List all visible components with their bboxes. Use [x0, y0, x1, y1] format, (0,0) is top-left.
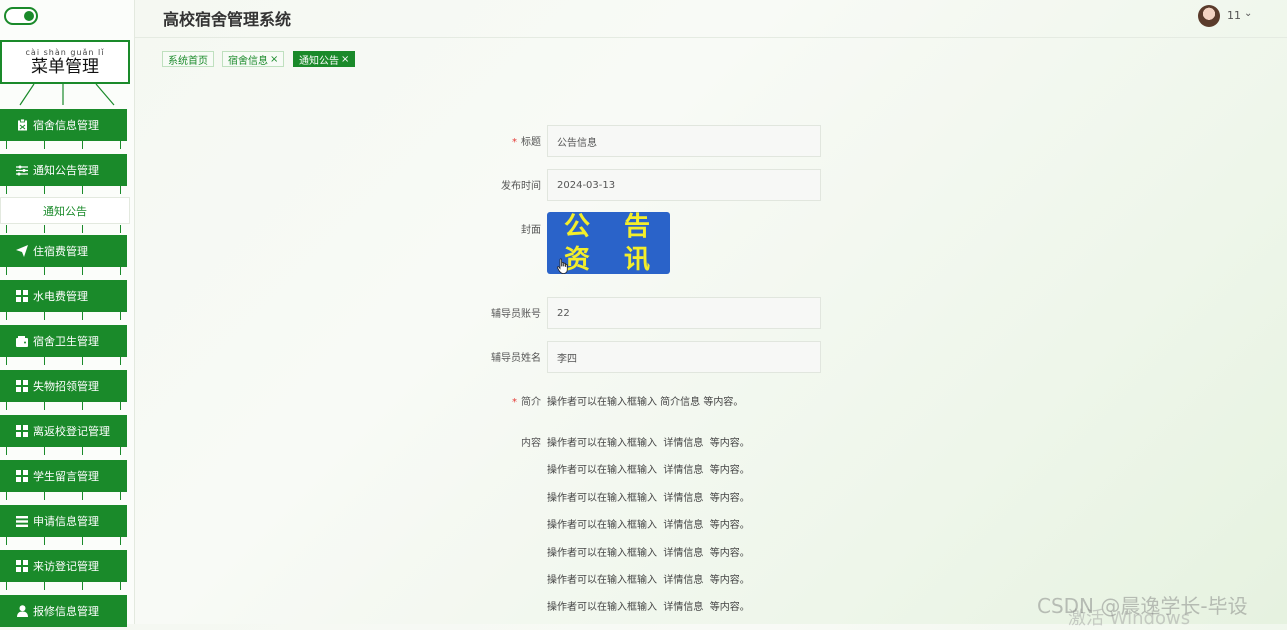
menu-title-text: 菜单管理 — [31, 57, 99, 77]
user-icon — [16, 605, 28, 617]
user-name[interactable]: 11 — [1227, 9, 1241, 22]
user-avatar[interactable] — [1198, 5, 1220, 27]
cover-label: 封面 — [521, 225, 541, 236]
tab-label: 系统首页 — [168, 55, 208, 67]
sidebar-item-lost-found[interactable]: 失物招领管理 — [0, 370, 127, 402]
menu-divider — [0, 402, 127, 410]
sidebar-item-label: 离返校登记管理 — [33, 425, 110, 438]
hand-pointer-icon — [557, 258, 568, 274]
sidebar-item-student-message[interactable]: 学生留言管理 — [0, 460, 127, 492]
title-label: * 标题 — [421, 133, 541, 148]
app-title: 高校宿舍管理系统 — [163, 10, 292, 29]
tab-home[interactable]: 系统首页 — [162, 51, 214, 67]
intro-label: * 简介 — [421, 393, 541, 408]
csdn-watermark: CSDN @晨逸学长-毕设 — [1037, 594, 1248, 618]
list-icon — [16, 515, 28, 527]
content-line: 操作者可以在输入框输入 详情信息 等内容。 — [547, 575, 750, 586]
sidebar-item-label: 水电费管理 — [33, 290, 88, 303]
sliders-icon — [16, 164, 28, 176]
toggle-knob — [24, 11, 34, 21]
menu-divider — [0, 312, 127, 320]
tab-notice[interactable]: 通知公告 × — [293, 51, 356, 67]
menu-title-board: cài shàn guǎn lǐ 菜单管理 — [0, 40, 130, 84]
intro-text: 操作者可以在输入框输入 简介信息 等内容。 — [547, 397, 744, 408]
sidebar-item-accommodation-fee[interactable]: 住宿费管理 — [0, 235, 127, 267]
grid-icon — [16, 380, 28, 392]
sidebar-item-dorm-info[interactable]: 宿舍信息管理 — [0, 109, 127, 141]
content-line: 操作者可以在输入框输入 详情信息 等内容。 — [547, 493, 750, 504]
clipboard-icon — [16, 119, 28, 131]
content-line: 操作者可以在输入框输入 详情信息 等内容。 — [547, 520, 750, 531]
close-icon[interactable]: × — [270, 54, 278, 65]
sidebar-toggle-switch[interactable] — [4, 7, 38, 25]
sidebar-item-notice[interactable]: 通知公告管理 — [0, 154, 127, 186]
tab-dorm-info[interactable]: 宿舍信息 × — [222, 51, 285, 67]
sidebar-item-label: 住宿费管理 — [33, 245, 88, 258]
chevron-down-icon[interactable]: ⌄ — [1244, 8, 1252, 19]
sidebar-item-repair[interactable]: 报修信息管理 — [0, 595, 127, 627]
publish-date-field[interactable]: 2024-03-13 — [547, 169, 821, 201]
counselor-account-field[interactable]: 22 — [547, 297, 821, 329]
sidebar-item-label: 通知公告管理 — [33, 164, 99, 177]
counselor-name-field[interactable]: 李四 — [547, 341, 821, 373]
menu-divider — [0, 141, 127, 149]
menu-title-pinyin: cài shàn guǎn lǐ — [25, 48, 105, 57]
grid-icon — [16, 290, 28, 302]
menu-divider — [0, 492, 127, 500]
cover-char: 讯 — [624, 245, 651, 275]
close-icon[interactable]: × — [341, 54, 349, 65]
required-mark: * — [512, 137, 517, 148]
sidebar-item-application[interactable]: 申请信息管理 — [0, 505, 127, 537]
cover-char: 告 — [624, 212, 651, 242]
sidebar-item-label: 报修信息管理 — [33, 605, 99, 618]
content-line: 操作者可以在输入框输入 详情信息 等内容。 — [547, 465, 750, 476]
menu-divider — [0, 537, 127, 545]
menu-title-hangers — [19, 84, 115, 106]
menu-divider — [0, 582, 127, 590]
wallet-icon — [16, 335, 28, 347]
menu-divider — [0, 186, 127, 194]
tab-label: 通知公告 — [299, 55, 339, 67]
grid-icon — [16, 470, 28, 482]
sidebar: cài shàn guǎn lǐ 菜单管理 宿舍信息管理 通知公告管理 通知公告… — [0, 0, 135, 627]
menu-divider — [0, 225, 127, 233]
title-field[interactable]: 公告信息 — [547, 125, 821, 157]
top-header: 高校宿舍管理系统 11 ⌄ — [135, 0, 1287, 38]
sidebar-item-label: 失物招领管理 — [33, 380, 99, 393]
paper-plane-icon — [16, 245, 28, 257]
menu-divider — [0, 447, 127, 455]
sidebar-item-label: 申请信息管理 — [33, 515, 99, 528]
sidebar-item-label: 宿舍卫生管理 — [33, 335, 99, 348]
sidebar-item-label: 学生留言管理 — [33, 470, 99, 483]
required-mark: * — [512, 397, 517, 408]
menu-divider — [0, 267, 127, 275]
publish-date-label: 发布时间 — [501, 181, 541, 192]
intro-label-text: 简介 — [521, 397, 541, 408]
sidebar-item-label: 宿舍信息管理 — [33, 119, 99, 132]
cover-char: 公 — [564, 212, 591, 242]
sidebar-item-dorm-hygiene[interactable]: 宿舍卫生管理 — [0, 325, 127, 357]
sidebar-subitem-notice[interactable]: 通知公告 — [0, 197, 130, 224]
content-line: 操作者可以在输入框输入 详情信息 等内容。 — [547, 548, 750, 559]
tab-label: 宿舍信息 — [228, 55, 268, 67]
sidebar-item-label: 来访登记管理 — [33, 560, 99, 573]
menu-divider — [0, 357, 127, 365]
content-line: 操作者可以在输入框输入 详情信息 等内容。 — [547, 602, 750, 613]
sidebar-item-leave-return[interactable]: 离返校登记管理 — [0, 415, 127, 447]
grid-icon — [16, 425, 28, 437]
content-line: 操作者可以在输入框输入 详情信息 等内容。 — [547, 438, 750, 449]
grid-icon — [16, 560, 28, 572]
counselor-account-label: 辅导员账号 — [491, 309, 541, 320]
sidebar-item-visitor[interactable]: 来访登记管理 — [0, 550, 127, 582]
counselor-name-label: 辅导员姓名 — [491, 353, 541, 364]
content-label: 内容 — [521, 438, 541, 449]
title-label-text: 标题 — [521, 137, 541, 148]
sidebar-item-utility-fee[interactable]: 水电费管理 — [0, 280, 127, 312]
